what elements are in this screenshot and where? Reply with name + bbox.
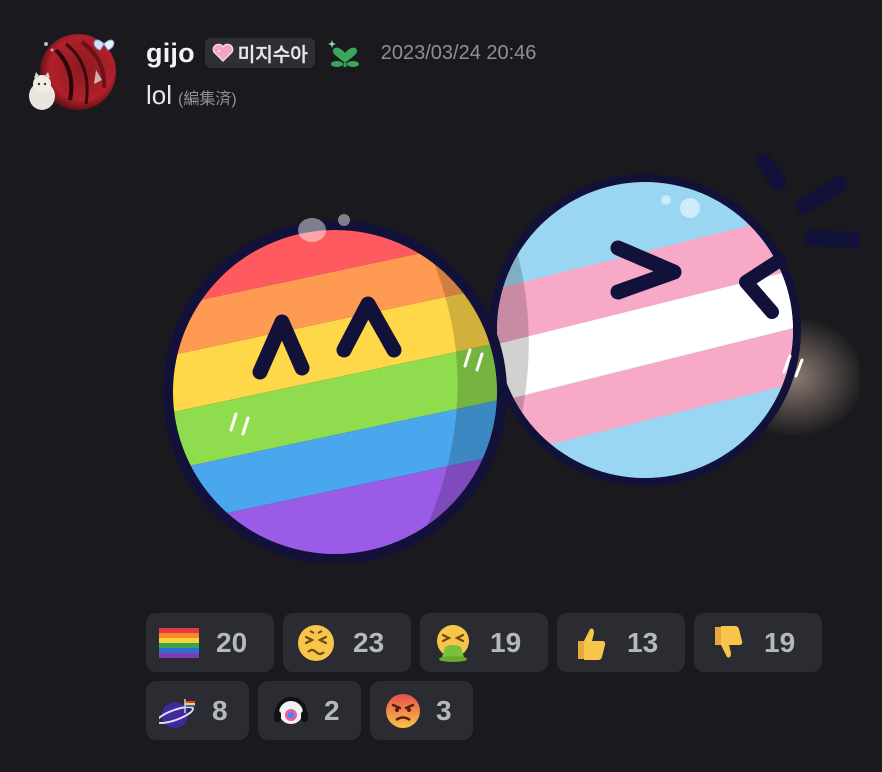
timestamp[interactable]: 2023/03/24 20:46 <box>381 42 537 65</box>
reaction-count: 13 <box>627 626 659 658</box>
reaction-row: 20 23 19 13 19 <box>146 613 846 672</box>
reaction-thumbs-down[interactable]: 19 <box>694 613 822 672</box>
rainbow-and-trans-flag-balls-sticker[interactable] <box>150 132 865 564</box>
reactions-bar: 20 23 19 13 19 8 2 3 <box>146 613 846 749</box>
username[interactable]: gijo <box>146 38 195 69</box>
reaction-count: 8 <box>212 694 228 726</box>
custom-planet-flag-icon <box>158 690 200 732</box>
sticker[interactable] <box>150 132 865 567</box>
edited-label: (編集済) <box>178 91 237 108</box>
reaction-count: 3 <box>436 694 452 726</box>
reaction-count: 19 <box>764 626 796 658</box>
reaction-custom-planet-flag[interactable]: 8 <box>146 681 249 740</box>
reaction-custom-headphone-face[interactable]: 2 <box>258 681 361 740</box>
reaction-thumbs-up[interactable]: 13 <box>557 613 685 672</box>
persevering-face-icon <box>295 622 337 664</box>
pink-heart-icon <box>212 43 234 63</box>
reaction-vomiting-face[interactable]: 19 <box>420 613 548 672</box>
thumbs-up-icon <box>569 622 611 664</box>
role-icon[interactable] <box>327 37 363 69</box>
message-header: gijo 미지수아 2023/03/24 20:46 <box>146 34 536 72</box>
server-tag[interactable]: 미지수아 <box>204 38 315 68</box>
angry-face-icon <box>382 690 424 732</box>
reaction-angry-face[interactable]: 3 <box>370 681 473 740</box>
reaction-count: 2 <box>324 694 340 726</box>
reaction-row: 8 2 3 <box>146 681 846 740</box>
reaction-persevering-face[interactable]: 23 <box>283 613 411 672</box>
server-tag-label: 미지수아 <box>237 44 308 66</box>
user-avatar-image[interactable] <box>26 30 118 114</box>
reaction-rainbow-flag[interactable]: 20 <box>146 613 274 672</box>
reaction-count: 23 <box>353 626 385 658</box>
message-content: lol (編集済) <box>146 80 237 111</box>
avatar[interactable] <box>26 30 118 114</box>
heart-sprout-icon <box>327 40 359 67</box>
vomiting-face-icon <box>432 622 474 664</box>
rainbow-flag-icon <box>158 622 200 664</box>
reaction-count: 20 <box>216 626 248 658</box>
chat-message: gijo 미지수아 2023/03/24 20:46 lol (編集済) 20 … <box>0 0 882 772</box>
reaction-count: 19 <box>490 626 522 658</box>
message-text: lol <box>146 80 173 110</box>
thumbs-down-icon <box>706 622 748 664</box>
custom-headphone-face-icon <box>270 690 312 732</box>
